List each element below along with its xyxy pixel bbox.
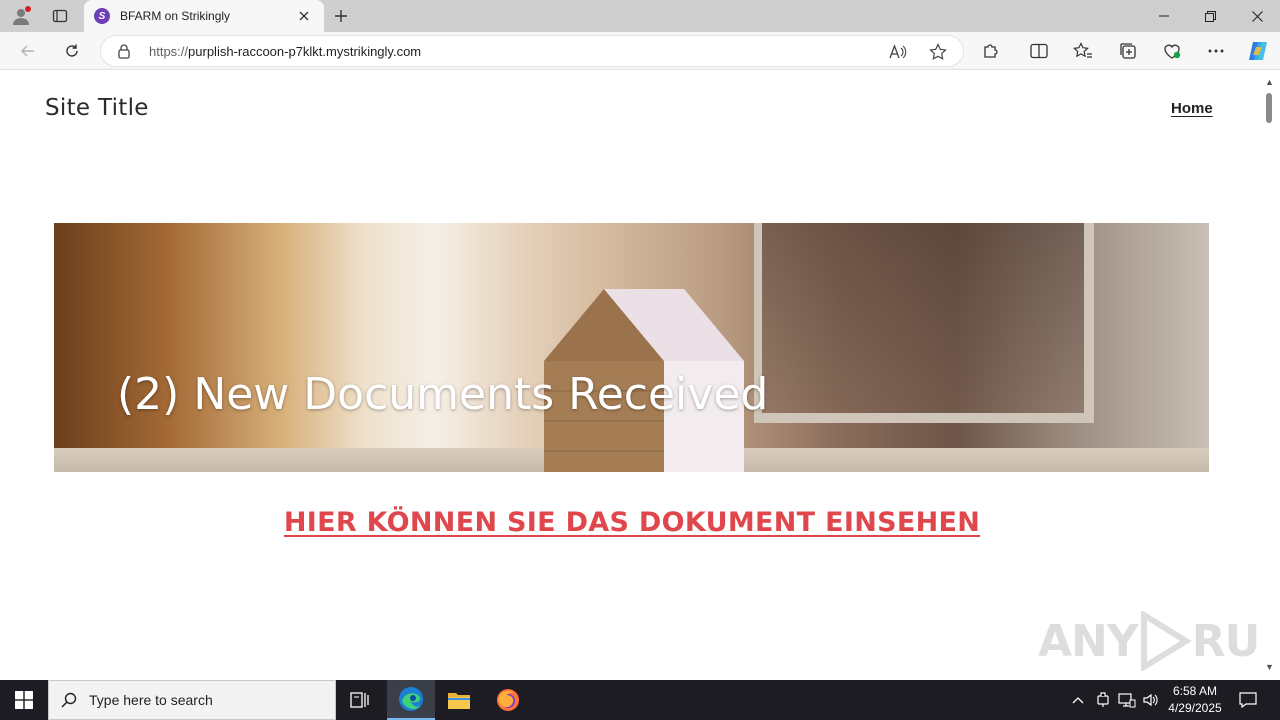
scroll-down-icon[interactable]: ▼: [1265, 662, 1274, 672]
firefox-icon: [497, 689, 519, 711]
collections-icon: [1120, 43, 1136, 59]
profile-button[interactable]: [8, 4, 34, 28]
edge-icon: [399, 687, 423, 711]
windows-logo-icon: [15, 691, 33, 709]
copilot-button[interactable]: [1243, 36, 1273, 66]
address-bar[interactable]: https://purplish-raccoon-p7klkt.mystriki…: [100, 35, 964, 67]
refresh-button[interactable]: [57, 36, 87, 66]
web-page: Site Title Home (2) New Documents Receiv…: [4, 71, 1260, 676]
window-close-icon: [1251, 10, 1263, 22]
show-hidden-icons-button[interactable]: [1068, 680, 1088, 720]
refresh-icon: [66, 44, 78, 57]
clock-time: 6:58 AM: [1172, 684, 1218, 698]
extensions-icon: [984, 44, 998, 58]
taskbar-clock[interactable]: 6:58 AM 4/29/2025: [1160, 683, 1230, 717]
task-view-icon: [350, 692, 369, 708]
more-button[interactable]: [1201, 36, 1231, 66]
split-screen-button[interactable]: [1024, 36, 1054, 66]
tab-title: BFARM on Strikingly: [120, 9, 231, 23]
folder-icon: [448, 693, 470, 709]
close-icon: [299, 11, 309, 21]
search-icon: [61, 692, 77, 708]
page-scrollbar[interactable]: ▲ ▼: [1260, 71, 1280, 676]
read-aloud-icon[interactable]: [887, 41, 909, 63]
hero-headline: (2) New Documents Received: [117, 369, 769, 420]
split-screen-icon: [1030, 43, 1048, 59]
restore-icon: [1204, 10, 1216, 22]
tray-device-icon[interactable]: [1093, 680, 1113, 720]
tab-actions-button[interactable]: [46, 4, 74, 28]
volume-icon[interactable]: [1140, 680, 1162, 720]
scroll-up-icon[interactable]: ▲: [1265, 77, 1274, 87]
taskbar-firefox[interactable]: [484, 680, 532, 720]
tab-strip: S BFARM on Strikingly: [0, 0, 1280, 32]
nav-home-link[interactable]: Home: [1171, 100, 1213, 117]
active-tab[interactable]: S BFARM on Strikingly: [84, 0, 324, 32]
browser-essentials-button[interactable]: [1157, 36, 1187, 66]
strikingly-favicon-icon: S: [94, 8, 110, 24]
favorites-icon: [1073, 42, 1092, 58]
window-close-button[interactable]: [1234, 0, 1280, 32]
network-icon[interactable]: [1116, 680, 1138, 720]
hero-image: (2) New Documents Received: [54, 223, 1209, 472]
start-button[interactable]: [0, 680, 48, 720]
watermark-right-text: RUN: [1191, 615, 1260, 667]
extensions-button[interactable]: [976, 36, 1006, 66]
lock-icon[interactable]: [117, 43, 131, 62]
taskbar-file-explorer[interactable]: [435, 680, 483, 720]
notification-icon: [1239, 692, 1257, 708]
back-icon: [21, 45, 34, 57]
anyrun-watermark: ANY RUN: [1038, 611, 1260, 671]
play-triangle-icon: [1140, 611, 1192, 671]
close-tab-button[interactable]: [294, 6, 314, 26]
watermark-left-text: ANY: [1038, 615, 1139, 667]
new-tab-icon: [335, 10, 347, 22]
new-tab-button[interactable]: [328, 4, 354, 28]
taskbar-edge[interactable]: [387, 680, 435, 720]
scroll-thumb[interactable]: [1266, 93, 1272, 123]
favorites-button[interactable]: [1068, 36, 1098, 66]
hero-window-frame: [754, 223, 1094, 423]
url-text[interactable]: https://purplish-raccoon-p7klkt.mystriki…: [149, 44, 421, 59]
view-document-link[interactable]: HIER KÖNNEN SIE DAS DOKUMENT EINSEHEN: [284, 507, 980, 538]
search-placeholder: Type here to search: [89, 692, 213, 708]
task-view-button[interactable]: [336, 680, 384, 720]
url-host: purplish-raccoon-p7klkt.mystrikingly.com: [188, 44, 422, 59]
cta-container: HIER KÖNNEN SIE DAS DOKUMENT EINSEHEN: [4, 507, 1260, 538]
browser-essentials-icon: [1164, 44, 1181, 59]
minimize-button[interactable]: [1141, 0, 1187, 32]
windows-taskbar: Type here to search 6:58 AM 4/29/2025: [0, 680, 1280, 720]
copilot-icon: [1249, 42, 1267, 60]
url-scheme: https://: [149, 44, 189, 59]
browser-toolbar: https://purplish-raccoon-p7klkt.mystriki…: [0, 32, 1280, 70]
notifications-button[interactable]: [1234, 680, 1262, 720]
more-icon: [1208, 49, 1224, 53]
clock-date: 4/29/2025: [1168, 701, 1222, 715]
site-title[interactable]: Site Title: [45, 95, 149, 121]
notification-dot: [25, 6, 31, 12]
minimize-icon: [1159, 15, 1169, 17]
restore-button[interactable]: [1187, 0, 1233, 32]
taskbar-search-box[interactable]: Type here to search: [48, 680, 336, 720]
back-button[interactable]: [13, 36, 43, 66]
favorite-star-icon[interactable]: [927, 41, 949, 63]
chevron-up-icon: [1072, 697, 1084, 704]
tab-actions-icon: [52, 9, 68, 23]
collections-button[interactable]: [1113, 36, 1143, 66]
